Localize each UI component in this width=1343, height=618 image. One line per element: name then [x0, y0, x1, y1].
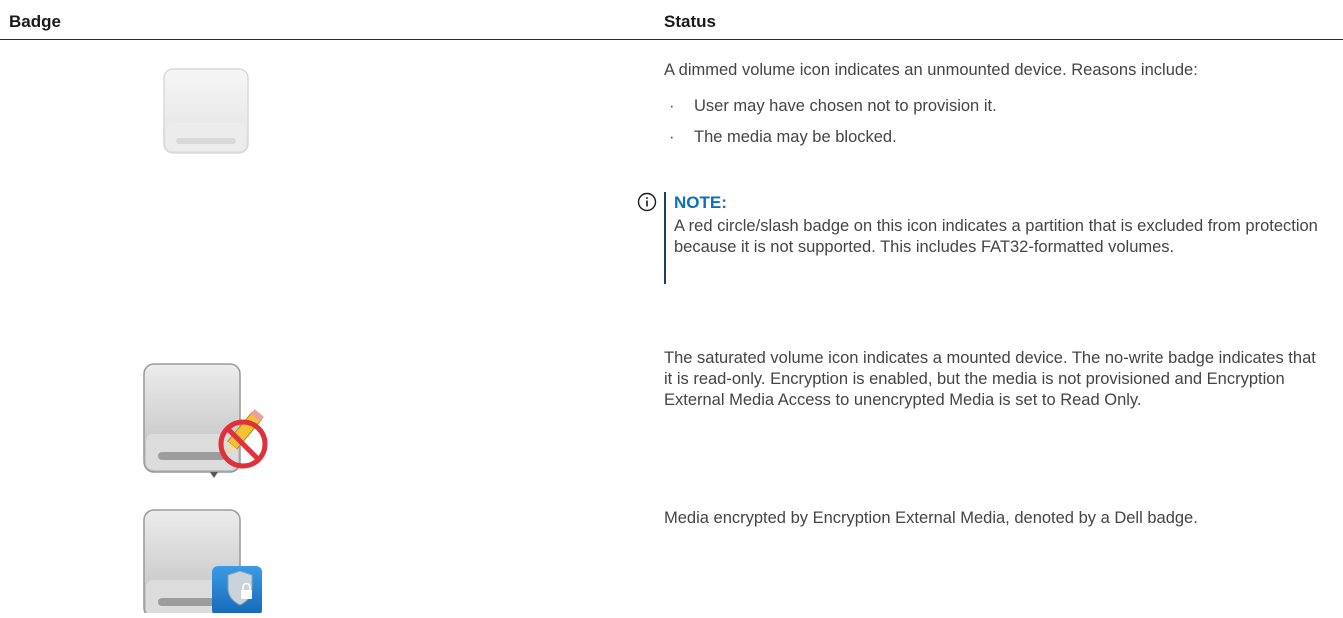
table-row: Media encrypted by Encryption External M… — [0, 500, 1343, 618]
status-cell: The saturated volume icon indicates a mo… — [664, 348, 1324, 411]
status-cell: A dimmed volume icon indicates an unmoun… — [637, 60, 1324, 284]
list-item-text: The media may be blocked. — [694, 128, 897, 146]
info-icon — [637, 192, 657, 212]
note-text: A red circle/slash badge on this icon in… — [674, 217, 1318, 256]
status-text: Media encrypted by Encryption External M… — [664, 509, 1198, 527]
status-cell: Media encrypted by Encryption External M… — [664, 508, 1324, 529]
list-item: · User may have chosen not to provision i… — [669, 97, 997, 115]
dell-badge-volume-icon — [140, 508, 275, 618]
note-bar — [664, 192, 666, 284]
table-row: A dimmed volume icon indicates an unmoun… — [0, 60, 1343, 340]
table-row: The saturated volume icon indicates a mo… — [0, 340, 1343, 500]
no-write-badge-volume-icon — [140, 362, 275, 487]
column-header-status: Status — [664, 12, 716, 31]
column-header-badge: Badge — [9, 12, 61, 31]
status-text: A dimmed volume icon indicates an unmoun… — [664, 61, 1198, 79]
list-item: · The media may be blocked. — [669, 128, 897, 146]
list-item-text: User may have chosen not to provision it… — [694, 97, 997, 115]
note-title: NOTE: — [674, 193, 727, 212]
status-text: The saturated volume icon indicates a mo… — [664, 349, 1316, 409]
reasons-list: · User may have chosen not to provision i… — [664, 96, 1324, 148]
dimmed-volume-icon — [158, 68, 254, 161]
table-header: Badge Status — [0, 0, 1343, 40]
